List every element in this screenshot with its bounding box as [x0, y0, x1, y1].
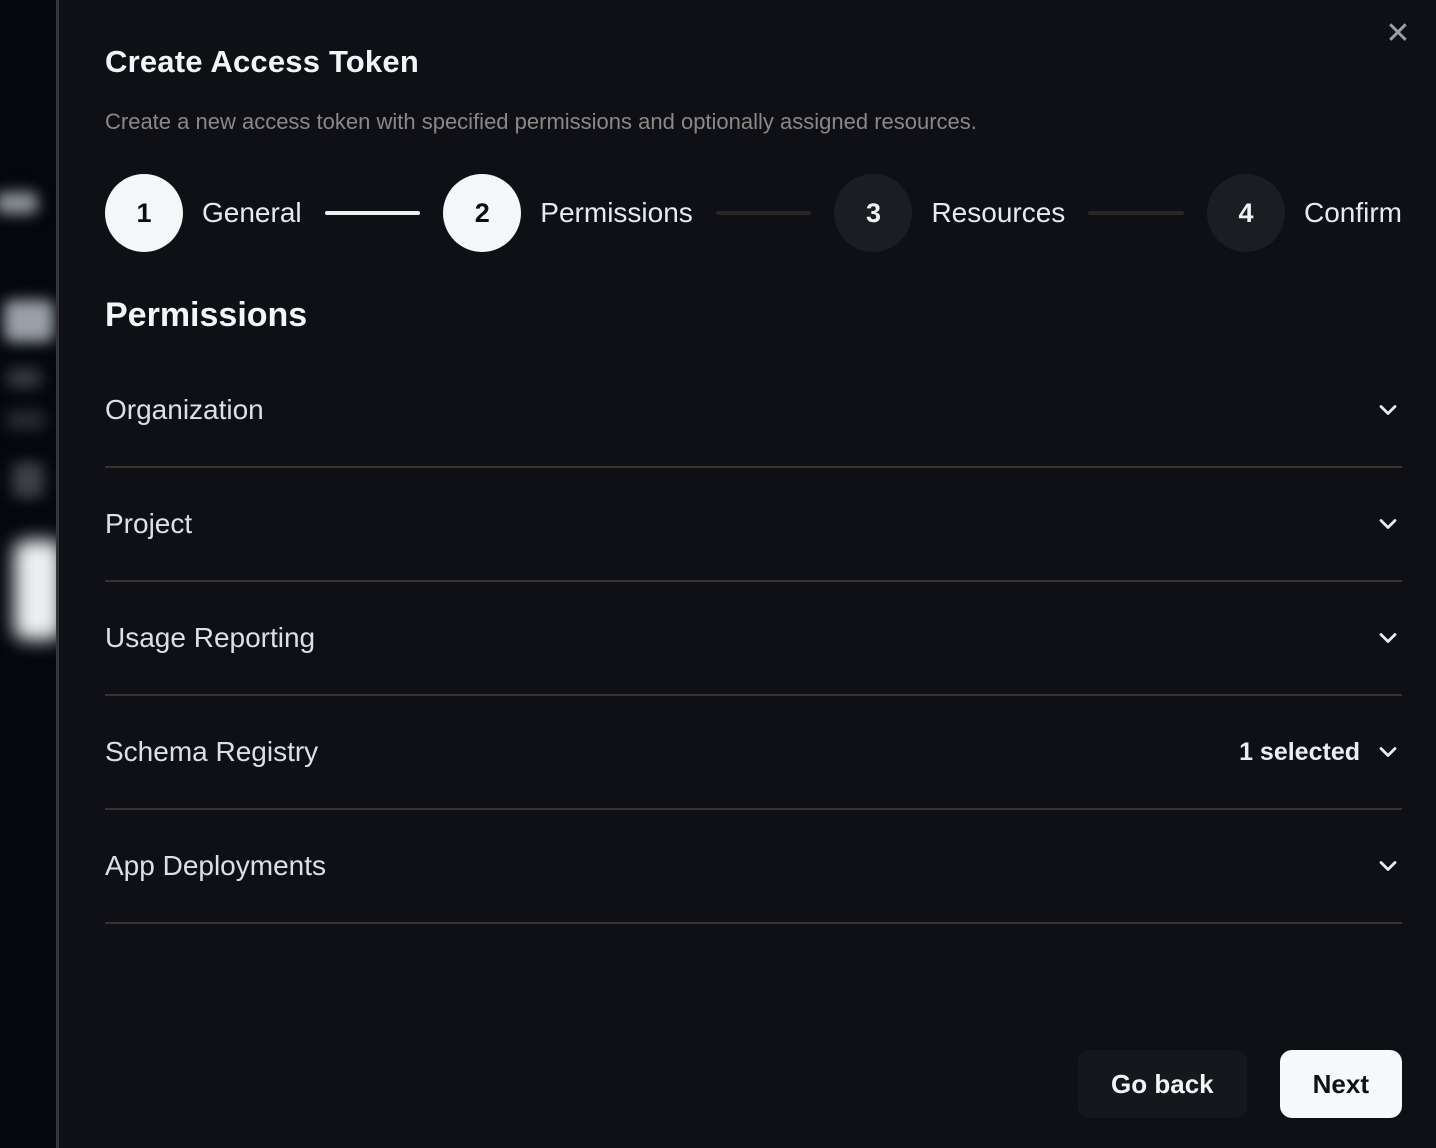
accordion-row-organization[interactable]: Organization	[105, 354, 1402, 468]
step-label: Resources	[931, 197, 1065, 229]
selected-count-badge: 1 selected	[1239, 738, 1360, 767]
modal-subtitle: Create a new access token with specified…	[105, 109, 1402, 135]
stepper-connector	[716, 211, 812, 215]
permissions-heading: Permissions	[105, 296, 1402, 335]
accordion-row-schema-registry[interactable]: Schema Registry 1 selected	[105, 696, 1402, 810]
stepper-step-resources[interactable]: 3 Resources	[834, 174, 1065, 252]
step-number-badge: 3	[834, 174, 912, 252]
background-page	[0, 0, 56, 1148]
step-number-badge: 2	[443, 174, 521, 252]
background-blur-fragment	[4, 300, 54, 342]
permissions-accordion: Organization Project Usage Reporting	[105, 354, 1402, 924]
accordion-label: Schema Registry	[105, 736, 1239, 768]
stepper: 1 General 2 Permissions 3 Resources 4 Co…	[105, 174, 1402, 252]
accordion-label: App Deployments	[105, 850, 1374, 882]
next-button[interactable]: Next	[1280, 1050, 1402, 1118]
chevron-down-icon	[1374, 510, 1402, 538]
modal-title: Create Access Token	[105, 0, 1402, 80]
chevron-down-icon	[1374, 624, 1402, 652]
accordion-row-usage-reporting[interactable]: Usage Reporting	[105, 582, 1402, 696]
stepper-step-confirm[interactable]: 4 Confirm	[1207, 174, 1402, 252]
background-blur-fragment	[0, 192, 38, 214]
chevron-down-icon	[1374, 738, 1402, 766]
step-number-badge: 1	[105, 174, 183, 252]
background-blur-fragment	[6, 410, 46, 430]
go-back-button[interactable]: Go back	[1078, 1050, 1247, 1118]
background-blur-fragment	[12, 462, 44, 498]
create-access-token-modal: ✕ Create Access Token Create a new acces…	[56, 0, 1436, 1148]
step-label: General	[202, 197, 302, 229]
accordion-row-project[interactable]: Project	[105, 468, 1402, 582]
chevron-down-icon	[1374, 396, 1402, 424]
step-number-badge: 4	[1207, 174, 1285, 252]
background-blur-fragment	[6, 368, 42, 388]
accordion-label: Usage Reporting	[105, 622, 1374, 654]
modal-footer: Go back Next	[1078, 1050, 1402, 1118]
stepper-connector	[325, 211, 421, 215]
accordion-row-app-deployments[interactable]: App Deployments	[105, 810, 1402, 924]
background-blur-fragment	[14, 540, 56, 640]
step-label: Permissions	[540, 197, 692, 229]
stepper-step-permissions[interactable]: 2 Permissions	[443, 174, 692, 252]
close-icon[interactable]: ✕	[1380, 16, 1416, 52]
accordion-label: Project	[105, 508, 1374, 540]
accordion-label: Organization	[105, 394, 1374, 426]
stepper-step-general[interactable]: 1 General	[105, 174, 302, 252]
step-label: Confirm	[1304, 197, 1402, 229]
stepper-connector	[1088, 211, 1184, 215]
chevron-down-icon	[1374, 852, 1402, 880]
